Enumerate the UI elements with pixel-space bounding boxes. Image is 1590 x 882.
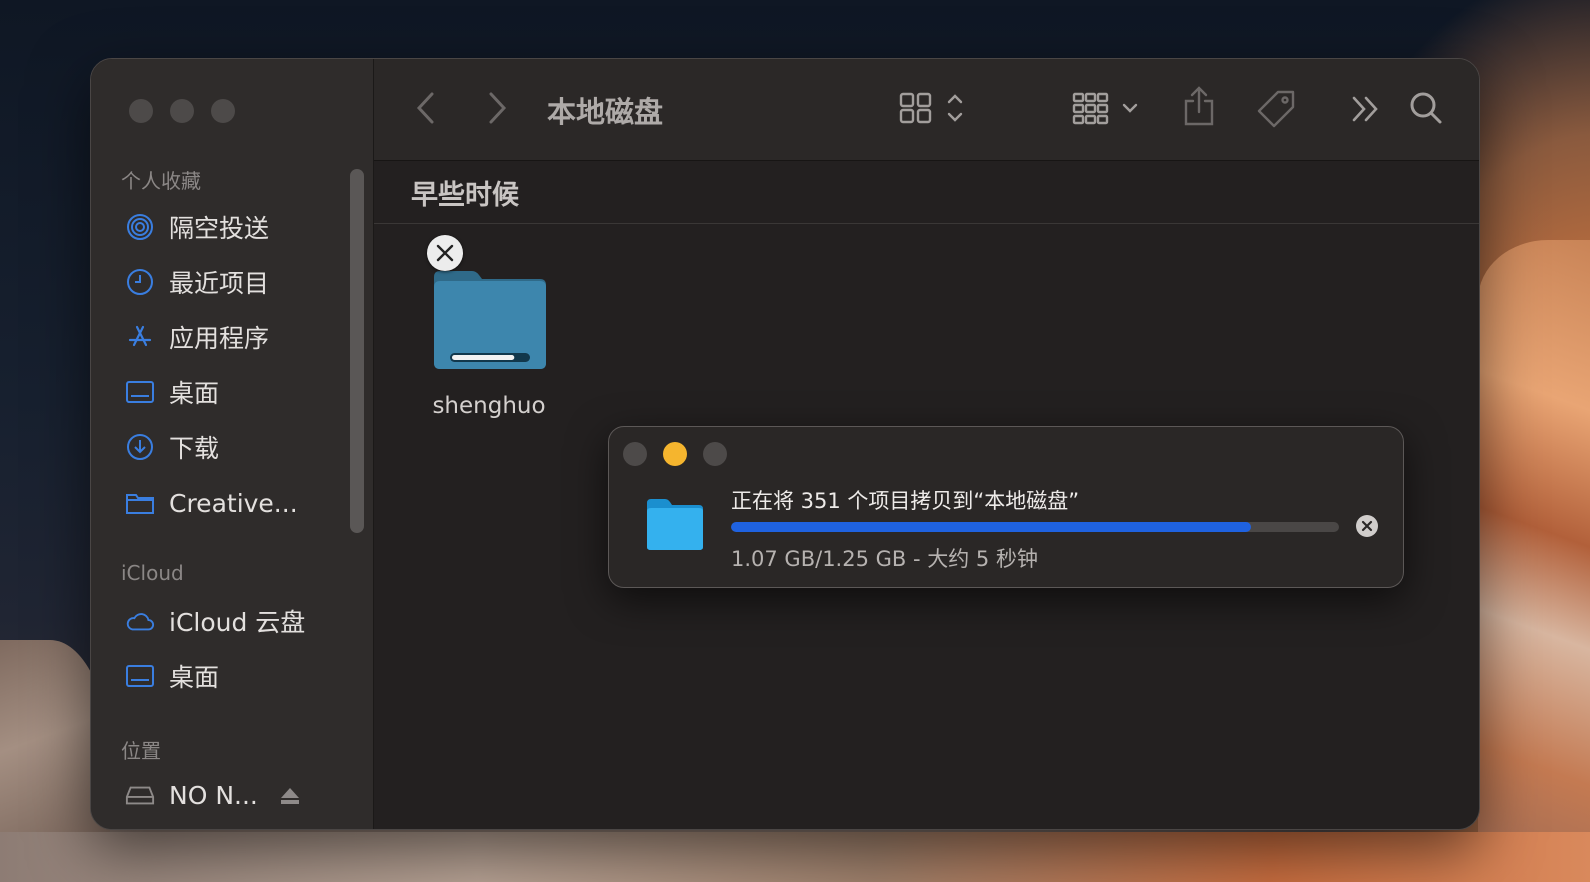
sidebar-item-airdrop[interactable]: 隔空投送 [125,207,269,247]
sidebar-item-drive[interactable]: NO N... [125,775,258,815]
folder-icon [647,499,703,550]
sidebar-item-label: 最近项目 [169,269,270,298]
stop-copy-button[interactable] [1356,515,1378,537]
minimize-window-button[interactable] [170,99,194,123]
download-icon [125,432,155,462]
forward-chevron-icon[interactable] [485,91,509,125]
sidebar-item-label: 应用程序 [169,324,270,353]
zoom-window-button[interactable] [211,99,235,123]
folder-icon [434,271,546,369]
group-by-menu-icon[interactable] [1072,91,1144,125]
cloud-icon [125,606,155,636]
search-icon[interactable] [1409,91,1443,125]
sidebar: 个人收藏 隔空投送 最近项目 应用程序 桌面 下载 Creative... iC… [91,59,374,829]
clock-icon [125,267,155,297]
sidebar-item-recents[interactable]: 最近项目 [125,262,269,302]
desktop-icon [125,377,155,407]
toolbar: 本地磁盘 [374,59,1479,161]
wallpaper-rock-right [1478,240,1590,882]
close-window-button[interactable] [129,99,153,123]
copy-progress-bar [731,522,1339,532]
sidebar-item-creative[interactable]: Creative... [125,483,298,523]
sidebar-item-label: 下载 [169,434,220,463]
icloud-section-label: iCloud [121,561,184,585]
dialog-window-controls [623,442,727,466]
copy-progress-fill [731,522,1252,532]
desktop-icon [125,661,155,691]
sidebar-item-applications[interactable]: 应用程序 [125,317,269,357]
favorites-section-label: 个人收藏 [121,169,201,193]
dialog-close-button[interactable] [623,442,647,466]
more-toolbar-items-icon[interactable] [1351,95,1381,123]
cancel-copy-button[interactable] [427,235,463,271]
group-header: 早些时候 [374,161,1479,224]
sidebar-item-downloads[interactable]: 下载 [125,427,219,467]
drive-icon [125,780,155,810]
copy-status-title: 正在将 351 个项目拷贝到“本地磁盘” [731,489,1080,513]
eject-icon[interactable] [280,787,300,809]
sidebar-item-label: 桌面 [169,379,220,408]
copy-status-detail: 1.07 GB/1.25 GB - 大约 5 秒钟 [731,547,1038,571]
tag-icon[interactable] [1256,89,1296,129]
window-controls [129,99,235,123]
locations-section-label: 位置 [121,739,161,763]
window-title: 本地磁盘 [547,95,664,129]
sidebar-item-label: Creative... [169,488,298,518]
dialog-zoom-button[interactable] [703,442,727,466]
sidebar-item-icloud-desktop[interactable]: 桌面 [125,656,219,696]
copy-progress-dialog: 正在将 351 个项目拷贝到“本地磁盘” 1.07 GB/1.25 GB - 大… [608,426,1404,588]
dialog-minimize-button[interactable] [663,442,687,466]
icon-view-grid-icon[interactable] [899,91,971,125]
airdrop-icon [125,212,155,242]
share-icon[interactable] [1182,85,1216,127]
sidebar-item-label: NO N... [169,780,258,810]
folder-icon [125,488,155,518]
wallpaper-rock-bottom [0,832,1590,882]
sidebar-item-desktop[interactable]: 桌面 [125,372,219,412]
sidebar-item-label: 隔空投送 [169,214,270,243]
sidebar-scrollbar[interactable] [350,169,364,533]
sidebar-item-label: iCloud 云盘 [169,608,306,637]
sidebar-item-label: 桌面 [169,663,220,692]
group-header-label: 早些时候 [411,180,519,211]
sidebar-item-icloud-drive[interactable]: iCloud 云盘 [125,601,305,641]
back-chevron-icon[interactable] [414,91,438,125]
applications-icon [125,322,155,352]
file-name: shenghuo [432,393,546,419]
